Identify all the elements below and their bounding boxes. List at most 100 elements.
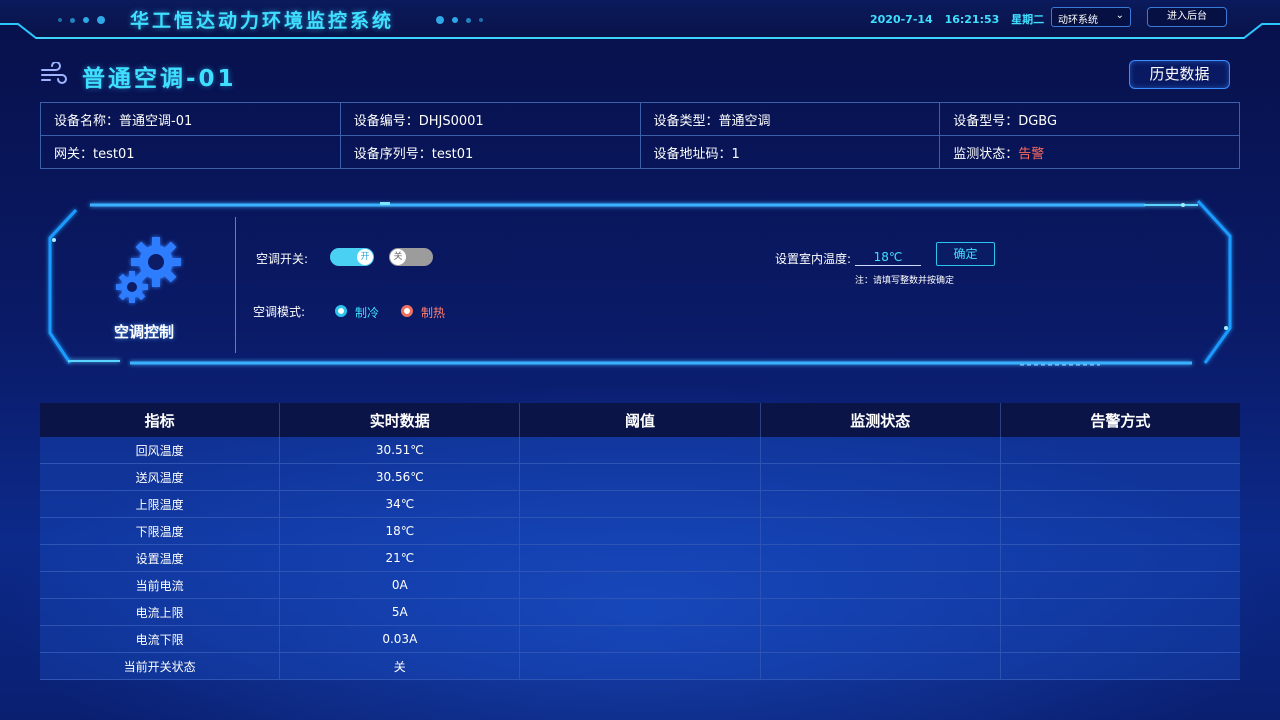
indoor-temp-input[interactable] bbox=[855, 248, 921, 266]
value-cell: 18℃ bbox=[279, 517, 521, 545]
cool-mode-label[interactable]: 制冷 bbox=[355, 304, 379, 321]
threshold-cell bbox=[519, 625, 761, 653]
metric-cell: 设置温度 bbox=[40, 544, 281, 572]
col-threshold-header: 阈值 bbox=[519, 403, 761, 437]
value-cell: 0A bbox=[279, 571, 521, 599]
metric-cell: 送风温度 bbox=[40, 463, 281, 491]
app-title: 华工恒达动力环境监控系统 bbox=[130, 10, 395, 32]
heat-mode-radio[interactable] bbox=[401, 305, 413, 317]
alarm-cell bbox=[1000, 490, 1240, 518]
table-row: 当前电流 0A bbox=[40, 571, 1240, 599]
alarm-cell bbox=[1000, 517, 1240, 545]
heat-mode-label[interactable]: 制热 bbox=[421, 304, 445, 321]
control-title: 空调控制 bbox=[114, 323, 175, 341]
on-knob-label: 开 bbox=[357, 249, 373, 265]
date-time: 2020-7-14 16:21:53 星期二 bbox=[870, 11, 1052, 27]
table-row: 回风温度 30.51℃ bbox=[40, 437, 1240, 464]
status-cell bbox=[760, 652, 1001, 680]
status-cell bbox=[760, 517, 1001, 545]
metric-cell: 上限温度 bbox=[40, 490, 281, 518]
control-panel bbox=[40, 198, 1240, 370]
cool-mode-radio[interactable] bbox=[335, 305, 347, 317]
threshold-cell bbox=[519, 598, 761, 626]
threshold-cell bbox=[519, 517, 761, 545]
threshold-cell bbox=[519, 571, 761, 599]
col-realtime-header: 实时数据 bbox=[279, 403, 521, 437]
status-badge: 告警 bbox=[1018, 146, 1045, 162]
value-cell: 30.51℃ bbox=[279, 437, 521, 464]
threshold-cell bbox=[519, 463, 761, 491]
device-type-cell: 设备类型：普通空调 bbox=[639, 102, 941, 136]
status-cell bbox=[760, 598, 1001, 626]
metric-cell: 电流下限 bbox=[40, 625, 281, 653]
threshold-cell bbox=[519, 652, 761, 680]
history-data-button[interactable]: 历史数据 bbox=[1129, 60, 1230, 89]
enter-backend-button[interactable]: 进入后台 bbox=[1147, 7, 1227, 27]
ac-on-toggle[interactable]: 开 bbox=[330, 248, 374, 266]
address-cell: 设备地址码：1 bbox=[639, 135, 941, 169]
status-cell bbox=[760, 437, 1001, 464]
panel-divider bbox=[235, 217, 236, 353]
table-row: 设置温度 21℃ bbox=[40, 544, 1240, 572]
table-row: 送风温度 30.56℃ bbox=[40, 463, 1240, 491]
system-select-value: 动环系统 bbox=[1058, 15, 1098, 26]
device-info-table: 设备名称：普通空调-01 设备编号：DHJS0001 设备类型：普通空调 设备型… bbox=[40, 102, 1240, 169]
metric-cell: 下限温度 bbox=[40, 517, 281, 545]
alarm-cell bbox=[1000, 544, 1240, 572]
info-row: 设备名称：普通空调-01 设备编号：DHJS0001 设备类型：普通空调 设备型… bbox=[40, 102, 1240, 136]
title-dots-right bbox=[436, 16, 483, 24]
alarm-cell bbox=[1000, 463, 1240, 491]
device-title: 普通空调-01 bbox=[82, 66, 237, 92]
table-row: 当前开关状态 关 bbox=[40, 652, 1240, 680]
gear-icon bbox=[116, 237, 181, 303]
ac-off-toggle[interactable]: 关 bbox=[389, 248, 433, 266]
info-row: 网关：test01 设备序列号：test01 设备地址码：1 监测状态：告警 bbox=[40, 135, 1240, 169]
status-cell bbox=[760, 625, 1001, 653]
threshold-cell bbox=[519, 437, 761, 464]
table-row: 下限温度 18℃ bbox=[40, 517, 1240, 545]
alarm-cell bbox=[1000, 652, 1240, 680]
metric-cell: 电流上限 bbox=[40, 598, 281, 626]
table-row: 电流上限 5A bbox=[40, 598, 1240, 626]
system-select[interactable]: 动环系统 ⌄ bbox=[1051, 7, 1131, 27]
serial-cell: 设备序列号：test01 bbox=[339, 135, 641, 169]
status-cell bbox=[760, 490, 1001, 518]
value-cell: 5A bbox=[279, 598, 521, 626]
title-dots-left bbox=[58, 16, 105, 24]
panel-frame bbox=[48, 199, 1232, 366]
value-cell: 30.56℃ bbox=[279, 463, 521, 491]
wind-icon bbox=[41, 62, 67, 84]
time-text: 16:21:53 bbox=[944, 13, 1000, 26]
value-cell: 34℃ bbox=[279, 490, 521, 518]
temp-setting-label: 设置室内温度: bbox=[775, 252, 852, 266]
alarm-cell bbox=[1000, 437, 1240, 464]
device-model-cell: 设备型号：DGBG bbox=[939, 102, 1240, 136]
status-cell: 监测状态：告警 bbox=[939, 135, 1240, 169]
confirm-button[interactable]: 确定 bbox=[936, 242, 995, 266]
col-alarm-header: 告警方式 bbox=[1000, 403, 1240, 437]
top-bar: 华工恒达动力环境监控系统 2020-7-14 16:21:53 星期二 动环系统… bbox=[0, 0, 1280, 40]
metric-cell: 回风温度 bbox=[40, 437, 281, 464]
table-row: 电流下限 0.03A bbox=[40, 625, 1240, 653]
value-cell: 21℃ bbox=[279, 544, 521, 572]
metric-cell: 当前电流 bbox=[40, 571, 281, 599]
col-status-header: 监测状态 bbox=[760, 403, 1001, 437]
table-row: 上限温度 34℃ bbox=[40, 490, 1240, 518]
status-cell bbox=[760, 463, 1001, 491]
value-cell: 关 bbox=[279, 652, 521, 680]
metric-cell: 当前开关状态 bbox=[40, 652, 281, 680]
metrics-table: 指标 实时数据 阈值 监测状态 告警方式 回风温度 30.51℃ 送风温度 30… bbox=[40, 403, 1240, 680]
switch-label: 空调开关: bbox=[256, 252, 309, 266]
status-cell bbox=[760, 544, 1001, 572]
status-label: 监测状态： bbox=[953, 146, 1019, 162]
off-knob-label: 关 bbox=[390, 249, 406, 265]
threshold-cell bbox=[519, 544, 761, 572]
alarm-cell bbox=[1000, 598, 1240, 626]
mode-label: 空调模式: bbox=[253, 305, 306, 319]
weekday-text: 星期二 bbox=[1011, 13, 1045, 26]
threshold-cell bbox=[519, 490, 761, 518]
col-metric-header: 指标 bbox=[40, 403, 281, 437]
alarm-cell bbox=[1000, 625, 1240, 653]
input-note: 注：请填写整数并按确定 bbox=[855, 276, 955, 286]
device-code-cell: 设备编号：DHJS0001 bbox=[339, 102, 641, 136]
